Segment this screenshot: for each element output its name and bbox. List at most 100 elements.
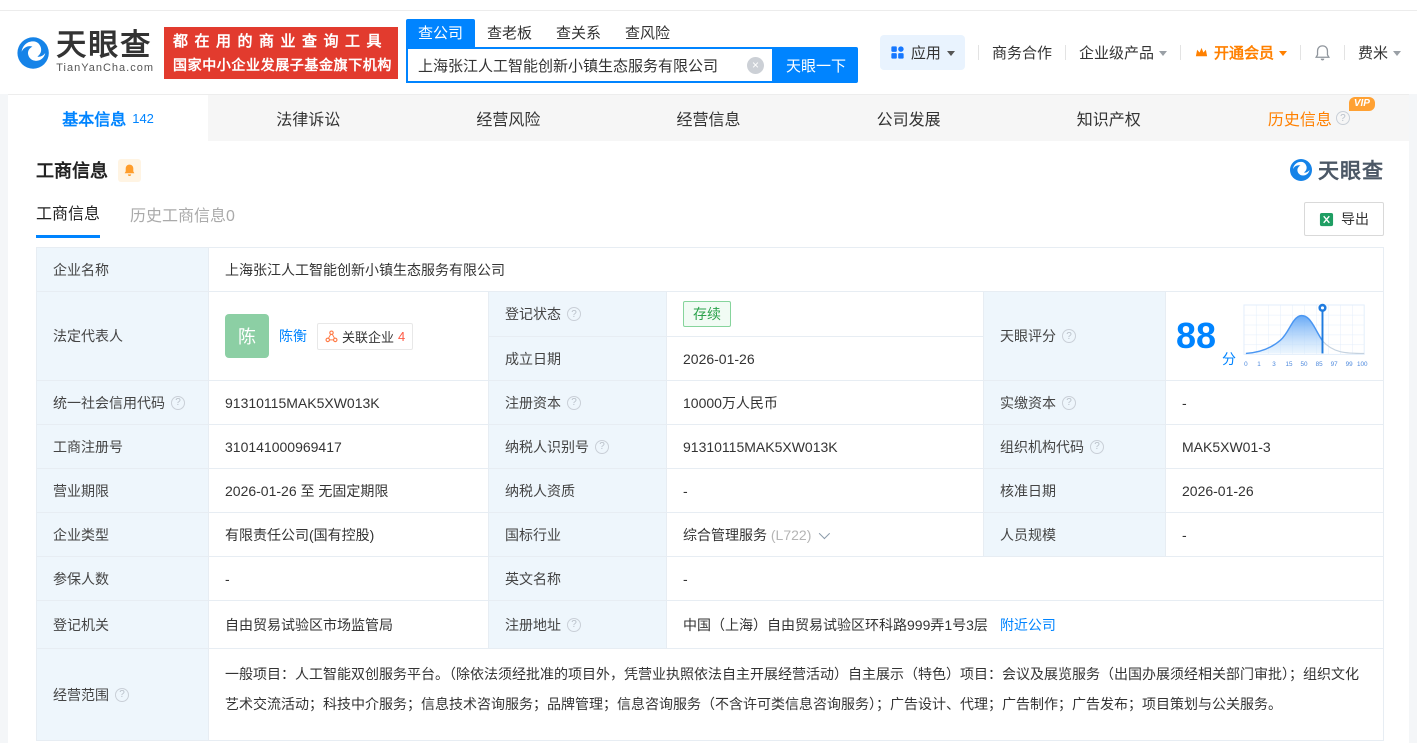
nav-business-cooperation[interactable]: 商务合作	[992, 42, 1052, 63]
related-companies-badge[interactable]: 关联企业 4	[317, 322, 414, 350]
field-value-establish-date: 2026-01-26	[667, 337, 984, 381]
logo-swirl-icon	[17, 36, 49, 69]
help-icon[interactable]: ?	[595, 439, 609, 454]
help-icon[interactable]: ?	[115, 687, 129, 702]
basic-info-count: 142	[132, 110, 154, 126]
search-tab-risk[interactable]: 查风险	[613, 19, 682, 47]
clear-icon[interactable]: ×	[747, 56, 764, 74]
field-label-company-name: 企业名称	[37, 248, 209, 292]
search-input[interactable]	[408, 56, 747, 74]
tianyancha-logo[interactable]: 天眼查 TianYanCha.com	[16, 30, 154, 76]
chevron-down-icon	[946, 50, 955, 60]
vip-crown-icon	[1195, 47, 1208, 57]
tab-basic-info[interactable]: 基本信息 142	[8, 95, 209, 141]
subtab-history-business-info[interactable]: 历史工商信息0	[130, 202, 235, 237]
field-value-org-code: MAK5XW01-3	[1166, 425, 1384, 469]
score-distribution-chart: 0 1 3 15 50 85 97 99 100	[1243, 303, 1368, 368]
industry-code: (L722)	[770, 526, 812, 543]
tick-label: 0	[1244, 361, 1248, 368]
help-icon[interactable]: ?	[1062, 395, 1076, 410]
tianyancha-watermark: 天眼查	[1289, 155, 1384, 185]
tab-company-development[interactable]: 公司发展	[809, 95, 1009, 141]
field-value-reg-status: 存续	[667, 292, 984, 337]
field-value-business-term: 2026-01-26 至 无固定期限	[209, 469, 489, 513]
help-icon[interactable]: ?	[1090, 439, 1104, 454]
related-companies-count: 4	[398, 328, 406, 344]
field-value-legal-rep: 陈 陈衡 关联企业 4	[209, 292, 489, 381]
field-label-staff-size: 人员规模	[984, 513, 1166, 557]
nearby-companies-link[interactable]: 附近公司	[1000, 615, 1056, 635]
field-label-credit-code: 统一社会信用代码 ?	[37, 381, 209, 425]
field-value-taxpayer-id: 91310115MAK5XW013K	[667, 425, 984, 469]
nav-open-vip[interactable]: 开通会员	[1194, 42, 1287, 63]
user-menu[interactable]: 费米	[1358, 42, 1401, 63]
field-label-taxpayer-quality: 纳税人资质	[489, 469, 667, 513]
field-label-industry: 国标行业	[489, 513, 667, 557]
field-value-reg-capital: 10000万人民币	[667, 381, 984, 425]
divider	[1179, 45, 1181, 60]
field-value-industry: 综合管理服务 (L722)	[667, 513, 984, 557]
field-label-reg-capital: 注册资本 ?	[489, 381, 667, 425]
field-label-legal-rep: 法定代表人	[37, 292, 209, 381]
search-tab-boss[interactable]: 查老板	[475, 19, 544, 47]
tab-operation-risk[interactable]: 经营风险	[408, 95, 608, 141]
logo-brand-text: 天眼查	[56, 29, 153, 62]
help-icon[interactable]: ?	[567, 617, 581, 632]
search-tab-relation[interactable]: 查关系	[544, 19, 613, 47]
tick-label: 100	[1357, 361, 1368, 368]
promo-line-1: 都在用的商业查询工具	[173, 33, 389, 50]
field-label-reg-status: 登记状态 ?	[489, 292, 667, 337]
field-value-reg-number: 310141000969417	[209, 425, 489, 469]
field-label-english-name: 英文名称	[489, 557, 667, 601]
help-icon[interactable]: ?	[171, 395, 185, 410]
field-value-company-type: 有限责任公司(国有控股)	[209, 513, 489, 557]
field-value-insured-count: -	[209, 557, 489, 601]
field-label-score: 天眼评分 ?	[984, 292, 1166, 381]
field-label-reg-authority: 登记机关	[37, 601, 209, 649]
monitor-bell-button[interactable]	[118, 158, 141, 182]
chevron-down-icon	[1393, 50, 1401, 60]
tick-label: 50	[1301, 361, 1309, 368]
top-strip	[0, 0, 1417, 11]
notifications-button[interactable]	[1314, 44, 1331, 62]
field-value-paid-capital: -	[1166, 381, 1384, 425]
apps-menu-button[interactable]: 应用	[879, 35, 965, 70]
score-unit: 分	[1222, 351, 1237, 367]
top-header: 天眼查 TianYanCha.com 都在用的商业查询工具 国家中小企业发展子基…	[0, 11, 1417, 94]
search-input-wrap: ×	[406, 47, 774, 83]
field-value-reg-authority: 自由贸易试验区市场监管局	[209, 601, 489, 649]
tick-label: 99	[1346, 361, 1354, 368]
help-icon[interactable]: ?	[1062, 329, 1076, 343]
tab-operation-info[interactable]: 经营信息	[608, 95, 808, 141]
field-value-business-scope: 一般项目：人工智能双创服务平台。（除依法须经批准的项目外，凭营业执照依法自主开展…	[209, 649, 1384, 741]
tab-legal-proceedings[interactable]: 法律诉讼	[208, 95, 408, 141]
legal-rep-avatar[interactable]: 陈	[225, 314, 269, 358]
search-area: 查公司 查老板 查关系 查风险 × 天眼一下	[406, 19, 858, 83]
export-button[interactable]: 导出	[1304, 202, 1384, 236]
related-companies-icon	[325, 329, 338, 342]
tab-history-info[interactable]: VIP 历史信息 ?	[1209, 95, 1409, 141]
legal-rep-name-link[interactable]: 陈衡	[279, 326, 307, 346]
divider	[1343, 45, 1345, 60]
tab-intellectual-property[interactable]: 知识产权	[1009, 95, 1209, 141]
tick-label: 97	[1331, 361, 1339, 368]
username: 费米	[1357, 45, 1388, 62]
nav-enterprise-products[interactable]: 企业级产品	[1079, 42, 1167, 63]
search-tab-company[interactable]: 查公司	[406, 19, 476, 47]
bell-icon	[1315, 44, 1330, 60]
help-icon[interactable]: ?	[1335, 111, 1350, 125]
subtab-business-info[interactable]: 工商信息	[36, 200, 101, 238]
chevron-down-icon[interactable]	[819, 527, 831, 539]
top-nav: 应用 商务合作 企业级产品 开通会员 费米	[879, 35, 1401, 70]
subtabs-row: 工商信息 历史工商信息0 导出	[36, 200, 1384, 238]
section-title: 工商信息	[36, 161, 108, 181]
section-head: 工商信息 天眼查	[36, 155, 1384, 185]
field-label-business-term: 营业期限	[37, 469, 209, 513]
search-button[interactable]: 天眼一下	[774, 47, 858, 83]
field-value-taxpayer-quality: -	[667, 469, 984, 513]
help-icon[interactable]: ?	[567, 395, 581, 410]
promo-line-2: 国家中小企业发展子基金旗下机构	[173, 57, 392, 73]
field-label-org-code: 组织机构代码 ?	[984, 425, 1166, 469]
tick-label: 15	[1286, 361, 1294, 368]
help-icon[interactable]: ?	[567, 307, 581, 321]
